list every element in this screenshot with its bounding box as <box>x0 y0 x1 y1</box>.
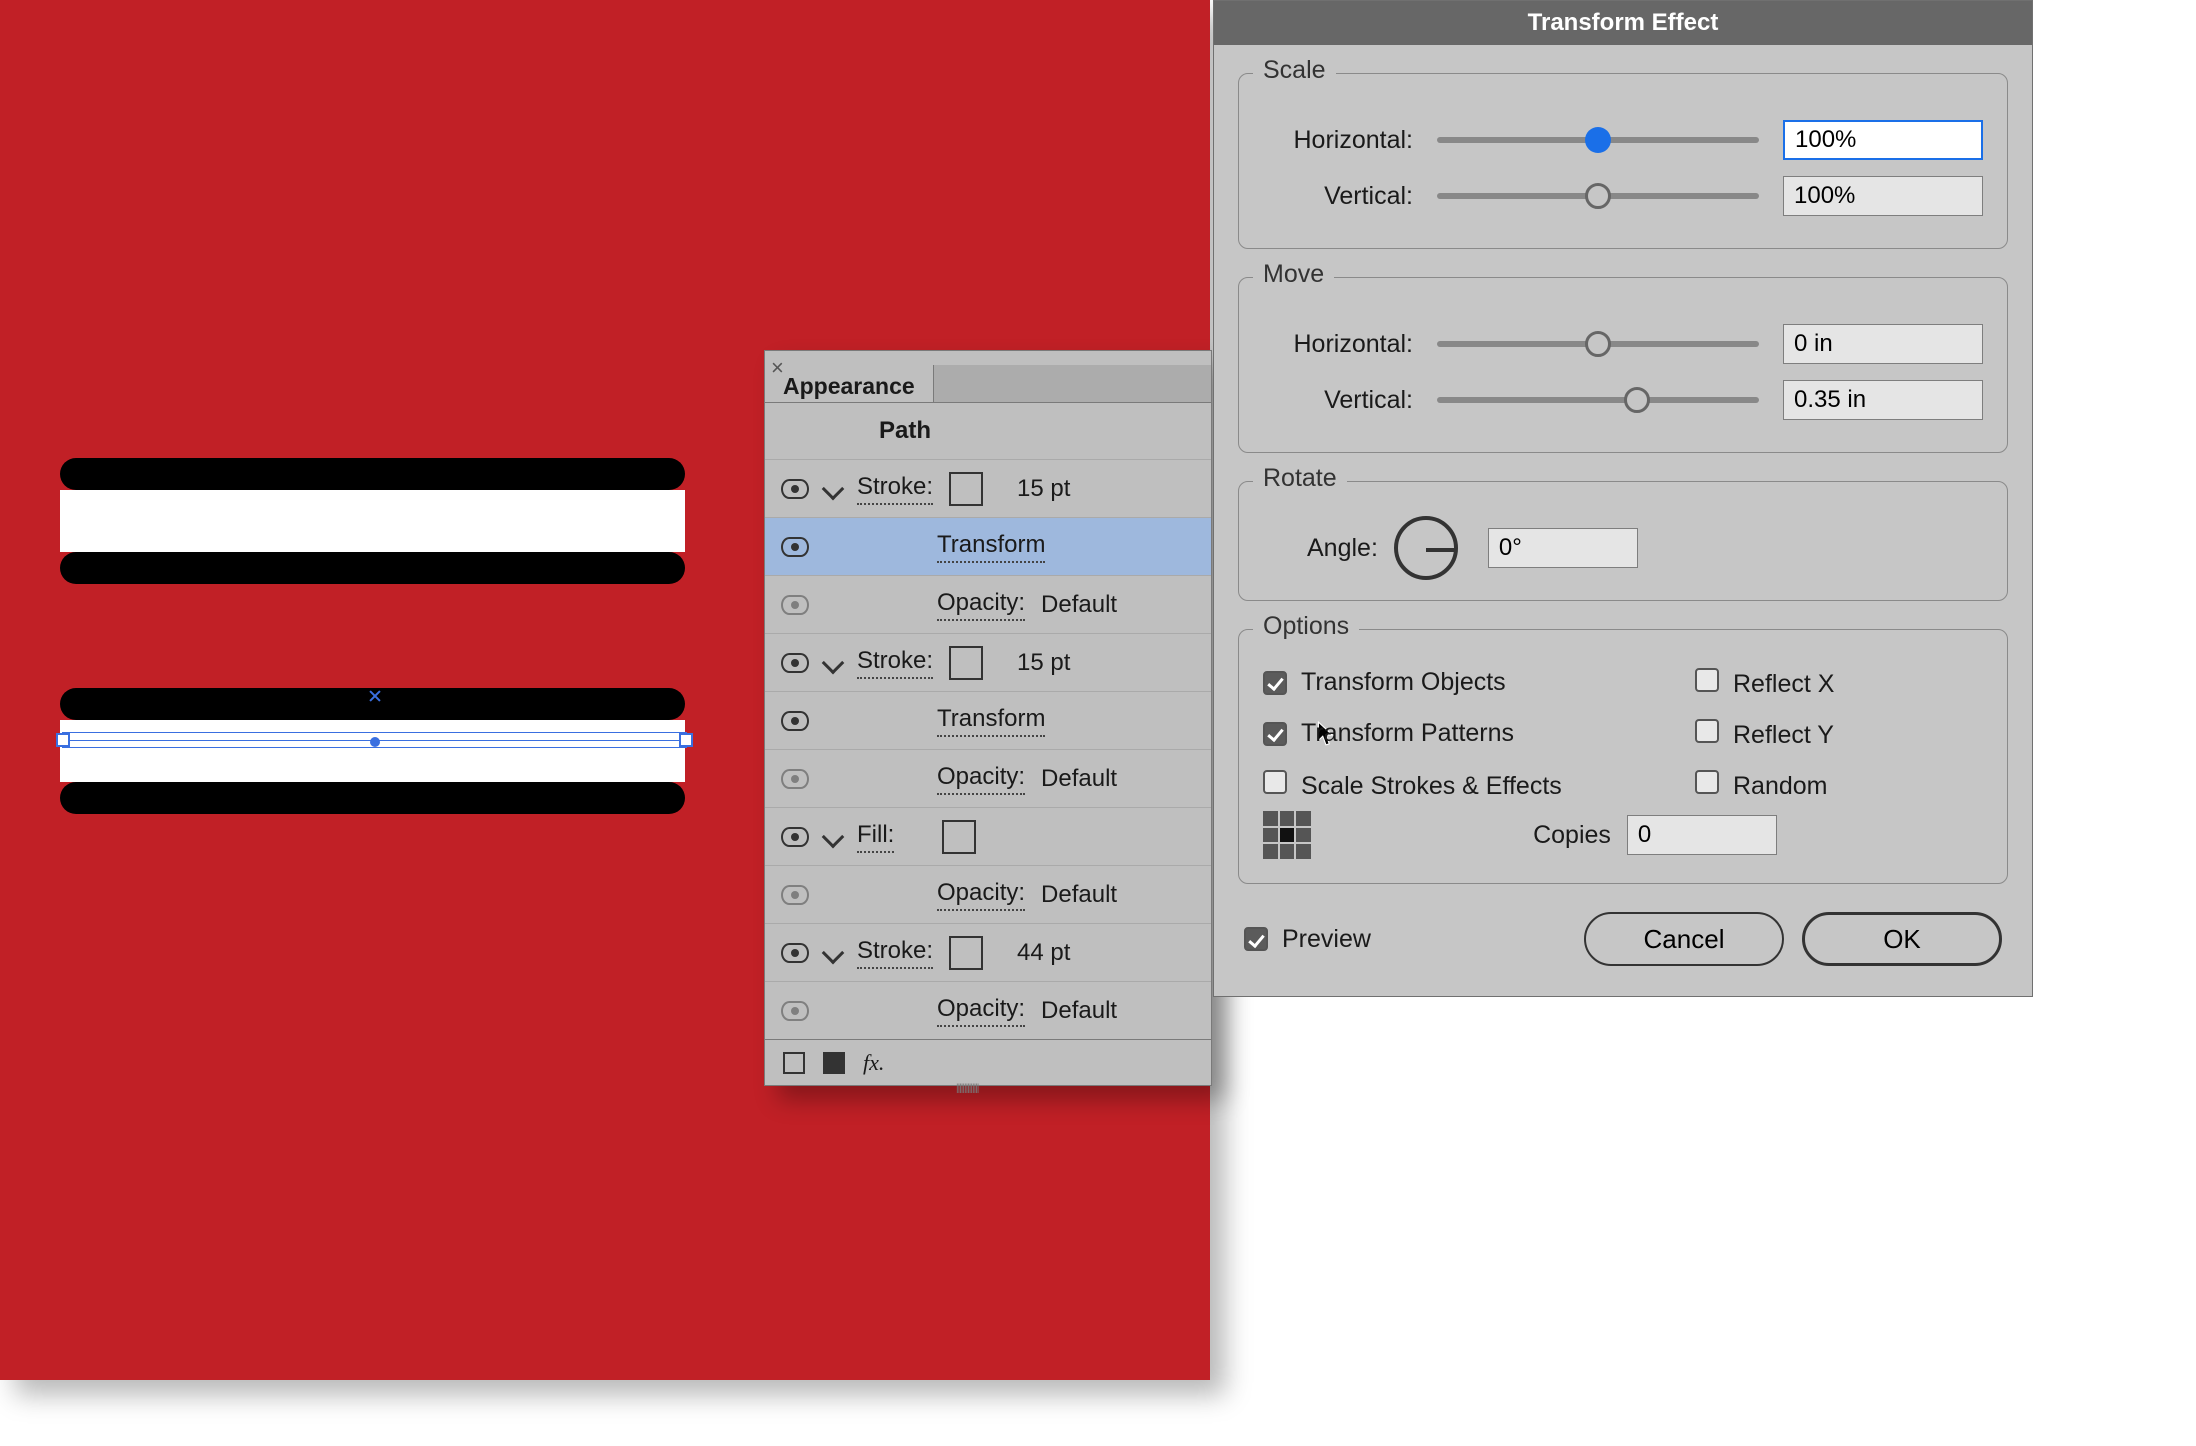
scale-h-field[interactable] <box>1783 120 1983 160</box>
appearance-row-stroke[interactable]: Stroke: 15 pt <box>765 459 1211 517</box>
move-v-label: Vertical: <box>1263 386 1413 415</box>
appearance-row-opacity[interactable]: Opacity: Default <box>765 981 1211 1039</box>
registration-point[interactable] <box>1263 811 1311 859</box>
visibility-icon[interactable] <box>781 769 809 789</box>
selection-handle-left[interactable] <box>56 733 70 747</box>
opacity-value: Default <box>1041 765 1117 793</box>
opt-reflect-y[interactable]: Reflect Y <box>1695 719 1983 750</box>
options-group: Options Transform Objects Reflect X Tran… <box>1238 629 2008 884</box>
move-group: Move Horizontal: Vertical: <box>1238 277 2008 453</box>
scale-v-slider[interactable] <box>1437 193 1759 199</box>
opacity-value: Default <box>1041 881 1117 909</box>
selection-anchor-center[interactable] <box>370 737 380 747</box>
anchor-x-icon <box>368 689 382 703</box>
appearance-row-opacity[interactable]: Opacity: Default <box>765 865 1211 923</box>
appearance-panel[interactable]: × Appearance Path Stroke: 15 pt Transfor… <box>764 350 1212 1086</box>
appearance-footer: fx. |||||||||||||| <box>765 1039 1211 1085</box>
stroke-weight[interactable]: 15 pt <box>1017 475 1070 503</box>
visibility-icon[interactable] <box>781 653 809 673</box>
options-legend: Options <box>1253 612 1359 641</box>
copies-field[interactable] <box>1627 815 1777 855</box>
stroke-swatch[interactable] <box>949 936 983 970</box>
angle-dial[interactable] <box>1394 516 1458 580</box>
scale-v-label: Vertical: <box>1263 182 1413 211</box>
stroke-swatch[interactable] <box>949 646 983 680</box>
opt-transform-patterns[interactable]: Transform Patterns <box>1263 719 1695 750</box>
opacity-value: Default <box>1041 591 1117 619</box>
visibility-icon[interactable] <box>781 595 809 615</box>
stroke-label[interactable]: Stroke: <box>857 473 933 505</box>
visibility-icon[interactable] <box>781 885 809 905</box>
appearance-row-transform[interactable]: Transform <box>765 517 1211 575</box>
opacity-label[interactable]: Opacity: <box>937 995 1025 1027</box>
appearance-row-opacity[interactable]: Opacity: Default <box>765 749 1211 807</box>
scale-legend: Scale <box>1253 56 1336 85</box>
scale-v-field[interactable] <box>1783 176 1983 216</box>
move-h-field[interactable] <box>1783 324 1983 364</box>
opacity-label[interactable]: Opacity: <box>937 763 1025 795</box>
effect-transform-label[interactable]: Transform <box>937 531 1045 563</box>
chevron-down-icon[interactable] <box>822 651 845 674</box>
stroke-weight[interactable]: 44 pt <box>1017 939 1070 967</box>
effect-transform-label[interactable]: Transform <box>937 705 1045 737</box>
angle-label: Angle: <box>1307 534 1378 563</box>
fill-label[interactable]: Fill: <box>857 821 894 853</box>
stroke-label[interactable]: Stroke: <box>857 647 933 679</box>
move-h-label: Horizontal: <box>1263 330 1413 359</box>
visibility-icon[interactable] <box>781 1001 809 1021</box>
appearance-row-stroke[interactable]: Stroke: 15 pt <box>765 633 1211 691</box>
dialog-title: Transform Effect <box>1214 1 2032 45</box>
ok-button[interactable]: OK <box>1802 912 2002 966</box>
move-h-slider[interactable] <box>1437 341 1759 347</box>
chevron-down-icon[interactable] <box>822 825 845 848</box>
opt-transform-objects[interactable]: Transform Objects <box>1263 668 1695 699</box>
appearance-row-transform[interactable]: Transform <box>765 691 1211 749</box>
rotate-group: Rotate Angle: <box>1238 481 2008 601</box>
opt-reflect-x[interactable]: Reflect X <box>1695 668 1983 699</box>
tab-appearance[interactable]: Appearance <box>765 365 933 402</box>
solid-fill-icon[interactable] <box>823 1052 845 1074</box>
move-v-field[interactable] <box>1783 380 1983 420</box>
copies-label: Copies <box>1533 821 1611 850</box>
panel-resize-grip[interactable]: |||||||||||||| <box>956 1083 1020 1093</box>
visibility-icon[interactable] <box>781 711 809 731</box>
stroke-weight[interactable]: 15 pt <box>1017 649 1070 677</box>
no-fill-icon[interactable] <box>783 1052 805 1074</box>
shape-top <box>60 458 685 584</box>
rotate-legend: Rotate <box>1253 464 1347 493</box>
opacity-value: Default <box>1041 997 1117 1025</box>
close-icon[interactable]: × <box>771 355 784 381</box>
visibility-icon[interactable] <box>781 537 809 557</box>
visibility-icon[interactable] <box>781 827 809 847</box>
scale-h-label: Horizontal: <box>1263 126 1413 155</box>
opt-random[interactable]: Random <box>1695 770 1983 801</box>
selection-handle-right[interactable] <box>679 733 693 747</box>
appearance-target: Path <box>765 403 1211 459</box>
chevron-down-icon[interactable] <box>822 941 845 964</box>
move-v-slider[interactable] <box>1437 397 1759 403</box>
opacity-label[interactable]: Opacity: <box>937 589 1025 621</box>
chevron-down-icon[interactable] <box>822 477 845 500</box>
transform-effect-dialog[interactable]: Transform Effect Scale Horizontal: Verti… <box>1213 0 2033 997</box>
cancel-button[interactable]: Cancel <box>1584 912 1784 966</box>
appearance-row-fill[interactable]: Fill: <box>765 807 1211 865</box>
scale-h-slider[interactable] <box>1437 137 1759 143</box>
fx-menu-icon[interactable]: fx. <box>863 1050 884 1076</box>
selection-bounds[interactable] <box>62 732 687 748</box>
move-legend: Move <box>1253 260 1334 289</box>
appearance-row-opacity[interactable]: Opacity: Default <box>765 575 1211 633</box>
fill-swatch[interactable] <box>942 820 976 854</box>
preview-checkbox[interactable]: Preview <box>1244 925 1371 954</box>
stroke-swatch[interactable] <box>949 472 983 506</box>
scale-group: Scale Horizontal: Vertical: <box>1238 73 2008 249</box>
visibility-icon[interactable] <box>781 943 809 963</box>
opt-scale-strokes[interactable]: Scale Strokes & Effects <box>1263 770 1695 801</box>
stroke-label[interactable]: Stroke: <box>857 937 933 969</box>
opacity-label[interactable]: Opacity: <box>937 879 1025 911</box>
angle-field[interactable] <box>1488 528 1638 568</box>
shape-bottom-selected[interactable] <box>60 688 685 814</box>
visibility-icon[interactable] <box>781 479 809 499</box>
appearance-row-stroke[interactable]: Stroke: 44 pt <box>765 923 1211 981</box>
tab-blank[interactable] <box>933 365 1211 402</box>
